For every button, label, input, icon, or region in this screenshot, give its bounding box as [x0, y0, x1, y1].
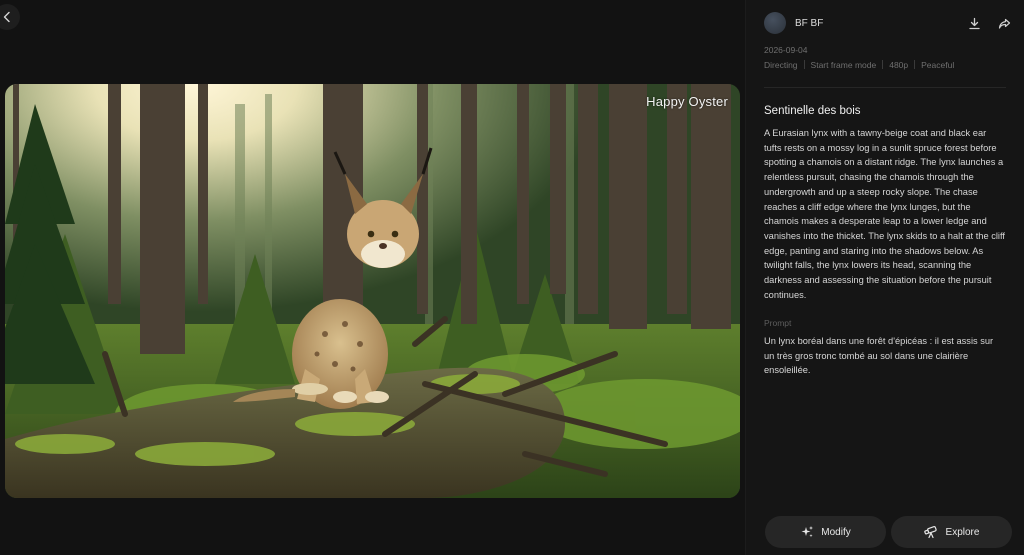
video-frame[interactable]: Happy Oyster [5, 84, 740, 498]
details-panel: BF BF 2026-09-04 Directing Start frame m… [746, 0, 1024, 555]
avatar [764, 12, 786, 34]
modify-label: Modify [821, 526, 851, 538]
chevron-left-icon [3, 11, 10, 23]
telescope-icon [923, 526, 937, 539]
watermark-text: Happy Oyster [646, 94, 728, 109]
scene-description: A Eurasian lynx with a tawny-beige coat … [764, 128, 1005, 300]
scene-title: Sentinelle des bois [764, 105, 861, 117]
explore-button[interactable]: Explore [891, 516, 1012, 548]
meta-tag-frame-mode: Start frame mode [810, 60, 877, 70]
date-label: 2026-09-04 [764, 45, 808, 55]
meta-tag-resolution: 480p [889, 60, 909, 70]
share-icon [998, 18, 1010, 29]
author[interactable]: BF BF [764, 12, 823, 34]
modify-button[interactable]: Modify [765, 516, 886, 548]
back-button[interactable] [0, 4, 20, 30]
meta-separator [803, 60, 805, 69]
sparkle-icon [801, 526, 814, 538]
download-icon [968, 17, 980, 29]
forest-lynx-image [5, 84, 740, 498]
meta-tag-mode: Directing [764, 60, 798, 70]
meta-separator [882, 60, 884, 69]
section-divider [764, 87, 1006, 88]
explore-label: Explore [945, 526, 980, 538]
username: BF BF [795, 17, 824, 29]
meta-tag-mood: Peaceful [921, 60, 955, 70]
share-button[interactable] [996, 15, 1012, 31]
meta-tags: Directing Start frame mode 480p Peaceful [764, 60, 954, 70]
prompt-text: Un lynx boréal dans une forêt d'épicéas … [764, 336, 994, 376]
meta-separator [914, 60, 916, 69]
download-button[interactable] [966, 15, 982, 31]
prompt-label: Prompt [764, 318, 792, 328]
preview-pane: Happy Oyster [0, 0, 745, 555]
